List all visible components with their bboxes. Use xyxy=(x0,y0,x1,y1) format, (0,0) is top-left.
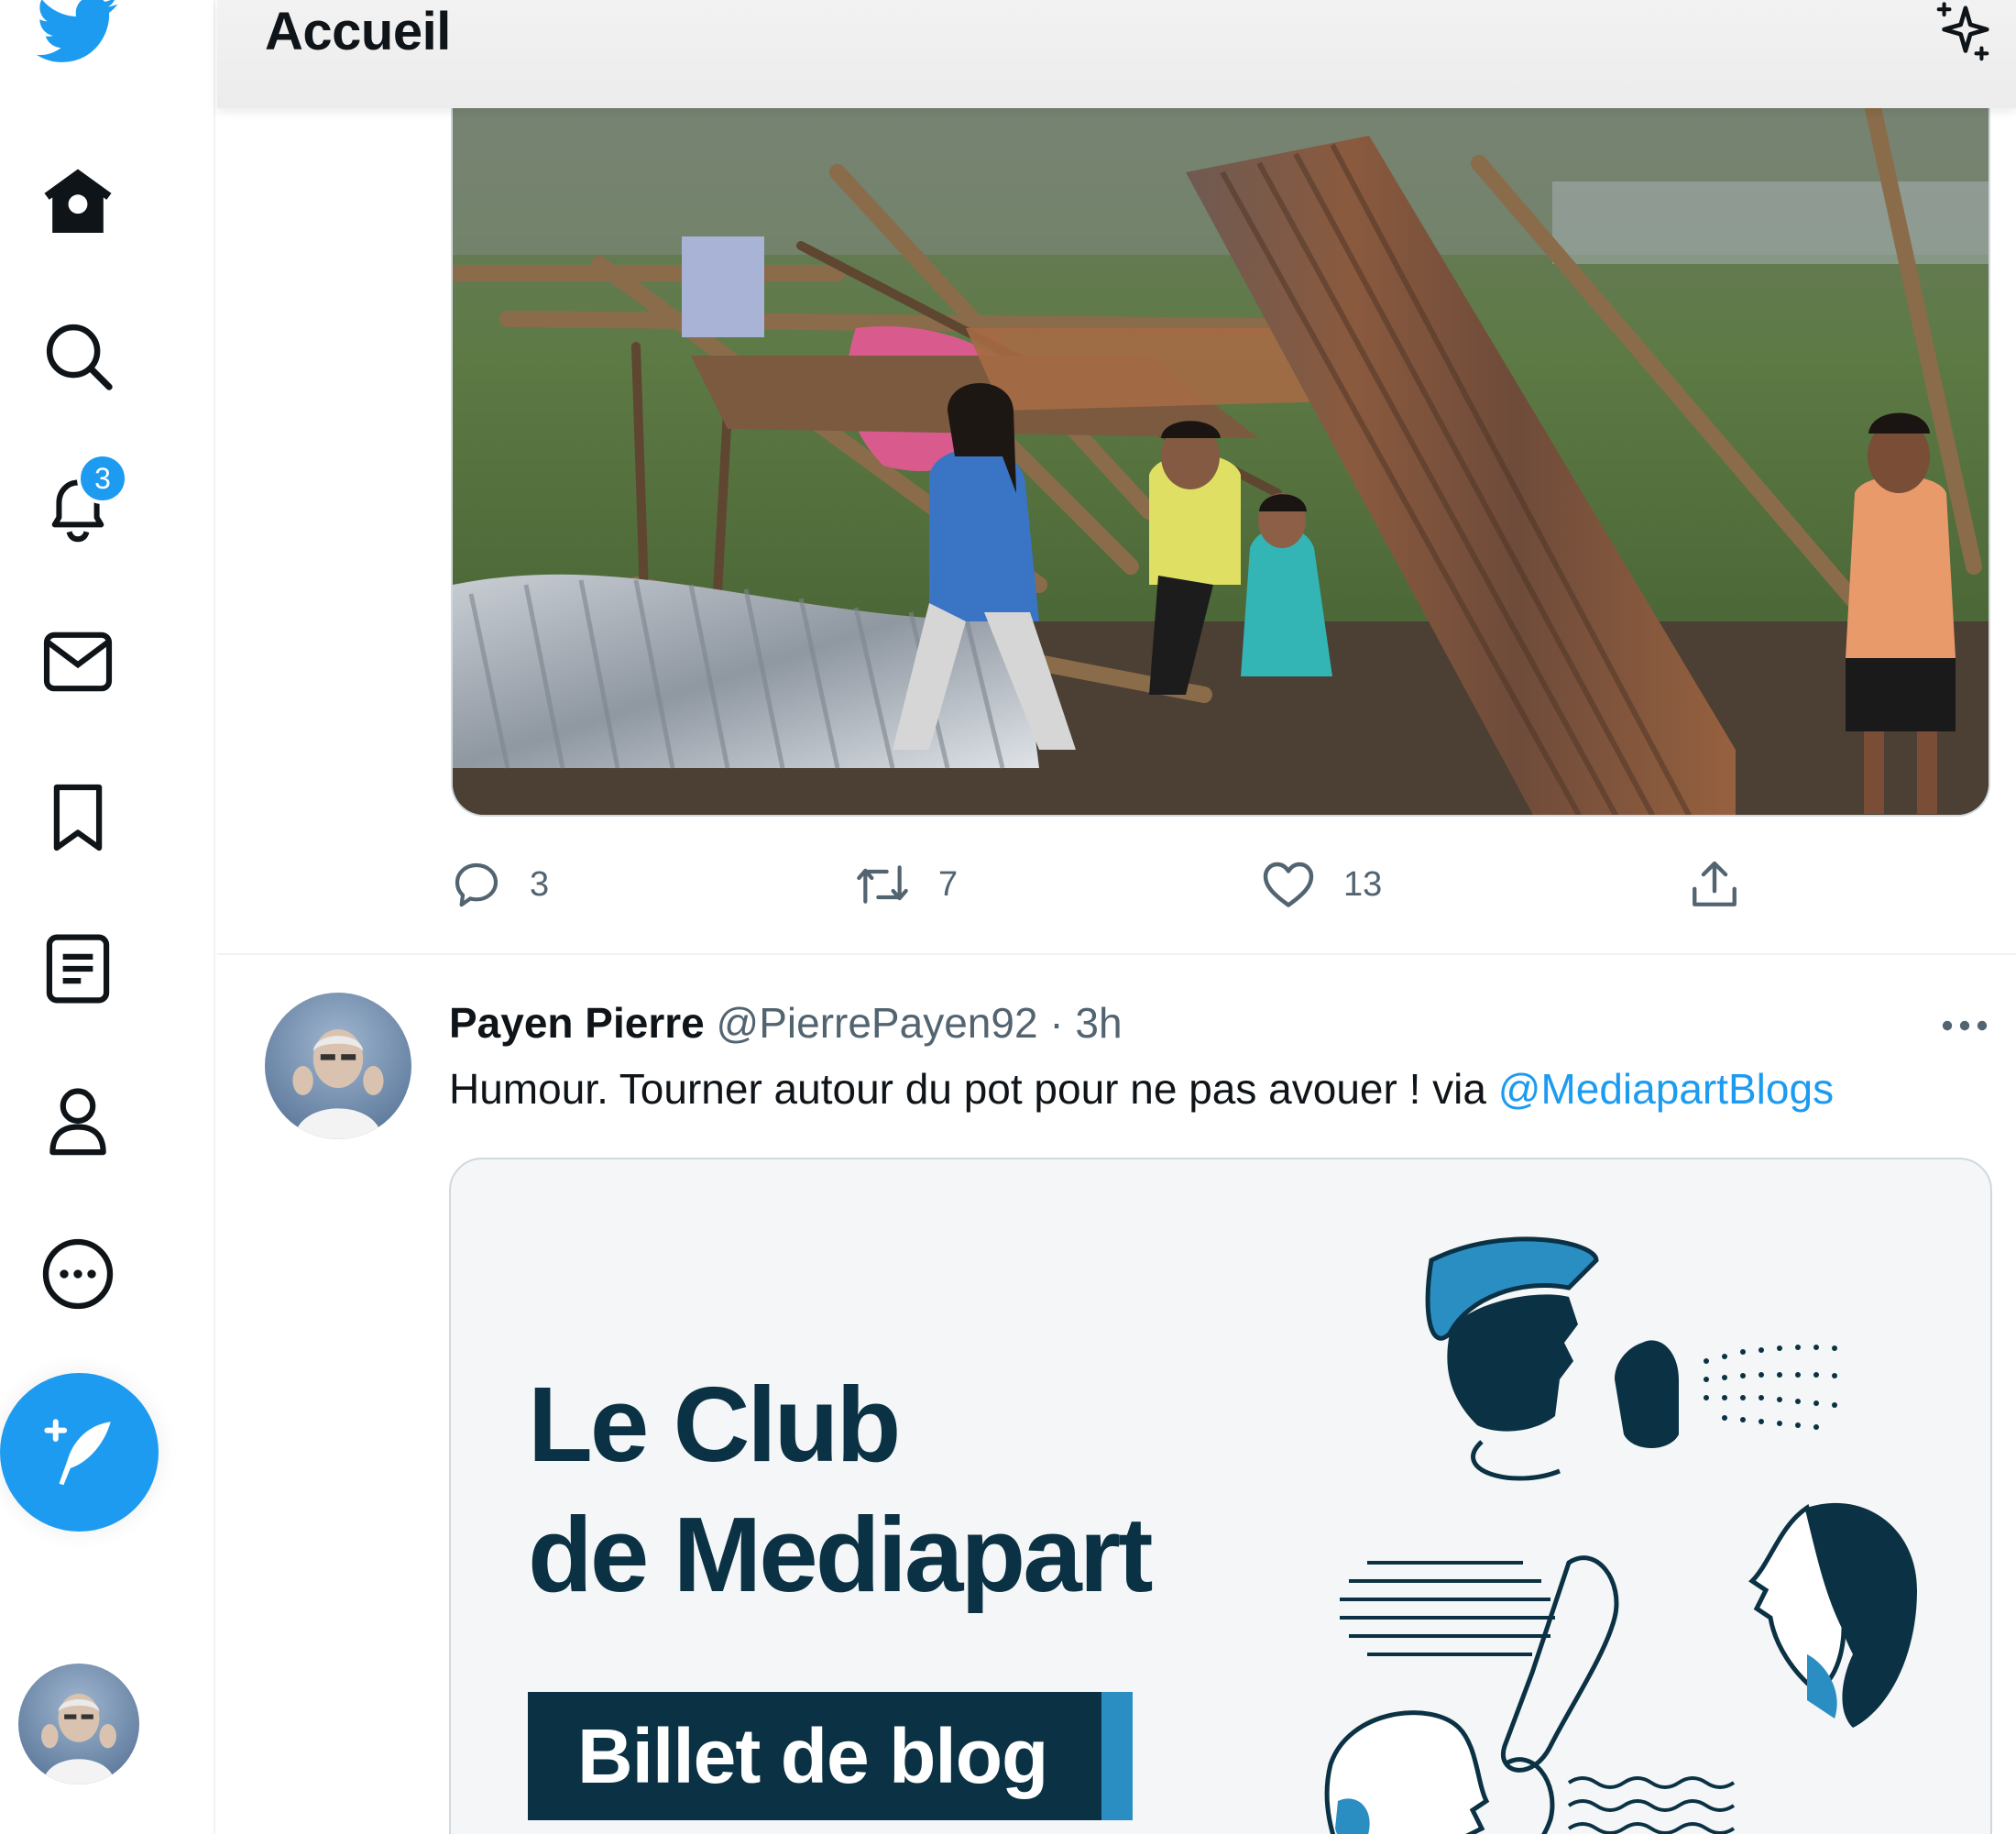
tweet-text: Humour. Tourner autour du pot pour ne pa… xyxy=(449,1059,1834,1119)
link-card[interactable]: Le Club de Mediapart Billet de blog xyxy=(449,1158,1992,1834)
more-circle-icon[interactable] xyxy=(37,1233,119,1315)
tweet-time[interactable]: 3h xyxy=(1075,999,1122,1047)
search-icon[interactable] xyxy=(37,314,119,397)
account-avatar[interactable] xyxy=(18,1664,139,1785)
retweet-icon xyxy=(857,865,908,904)
card-title-line2: de Mediapart xyxy=(528,1495,1153,1614)
bookmark-icon[interactable] xyxy=(37,776,119,859)
page-title: Accueil xyxy=(265,2,451,61)
notification-badge: 3 xyxy=(77,453,128,504)
mention-link[interactable]: @MediapartBlogs xyxy=(1498,1065,1834,1113)
card-label-text: Billet de blog xyxy=(577,1713,1048,1799)
retweet-count: 7 xyxy=(938,864,959,904)
tweet[interactable]: Payen Pierre @PierrePayen92 · 3h Humour.… xyxy=(217,956,2016,1834)
sparkle-icon[interactable] xyxy=(1931,0,1995,64)
card-title: Le Club de Mediapart xyxy=(528,1359,1153,1620)
speaking-faces-illustration xyxy=(1324,1236,1917,1834)
share-icon xyxy=(1693,861,1737,906)
home-timeline: 3 7 13 Payen Pierre @PierrePayen92 · 3h … xyxy=(217,0,2016,1834)
twitter-bird-icon[interactable] xyxy=(37,0,119,71)
card-label: Billet de blog xyxy=(528,1692,1133,1820)
like-count: 13 xyxy=(1343,864,1383,904)
tweet-body: Humour. Tourner autour du pot pour ne pa… xyxy=(449,1065,1498,1113)
tweet-divider xyxy=(217,953,2016,955)
card-title-line1: Le Club xyxy=(528,1365,901,1484)
tweet-action-bar: 3 7 13 xyxy=(451,852,1770,917)
share-button[interactable] xyxy=(1688,852,1741,917)
home-icon[interactable] xyxy=(37,161,119,244)
tweet-header: Payen Pierre @PierrePayen92 · 3h xyxy=(449,993,1123,1053)
reply-icon xyxy=(455,862,499,907)
more-horizontal-icon xyxy=(1942,1020,1988,1031)
envelope-icon[interactable] xyxy=(37,620,119,703)
heart-icon xyxy=(1263,862,1314,907)
author-avatar[interactable] xyxy=(265,993,411,1139)
author-handle[interactable]: @PierrePayen92 xyxy=(717,999,1038,1047)
more-options-button[interactable] xyxy=(1933,1007,1997,1044)
like-button[interactable]: 13 xyxy=(1261,852,1382,917)
list-icon[interactable] xyxy=(37,928,119,1010)
author-name[interactable]: Payen Pierre xyxy=(449,999,705,1047)
compose-tweet-button[interactable] xyxy=(0,1373,159,1532)
tweet-photo[interactable] xyxy=(451,108,1990,817)
compose-feather-icon xyxy=(43,1418,111,1485)
retweet-button[interactable]: 7 xyxy=(854,852,958,917)
reply-button[interactable]: 3 xyxy=(451,852,549,917)
time-separator: · xyxy=(1049,999,1064,1047)
person-icon[interactable] xyxy=(37,1080,119,1162)
sidebar-nav: 3 xyxy=(0,0,215,1834)
reply-count: 3 xyxy=(530,864,550,904)
top-header: Accueil xyxy=(217,0,2016,108)
